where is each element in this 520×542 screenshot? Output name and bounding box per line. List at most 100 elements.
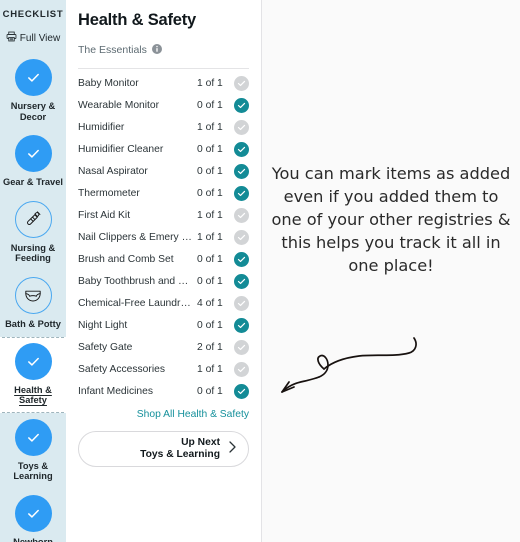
sidebar-item-label: Toys & Learning [13, 460, 53, 482]
list-item[interactable]: First Aid Kit 1 of 1 [78, 204, 249, 226]
up-next-label: Toys & Learning [140, 449, 220, 460]
sidebar-item-nursing-feeding[interactable]: Nursing & Feeding [0, 195, 66, 271]
up-next-text: Up Next Toys & Learning [140, 437, 220, 461]
list-item[interactable]: Night Light 0 of 1 [78, 314, 249, 336]
item-name: Baby Monitor [78, 77, 139, 89]
list-item[interactable]: Brush and Comb Set 0 of 1 [78, 248, 249, 270]
sidebar-title: CHECKLIST [2, 9, 64, 20]
item-count: 1 of 1 [197, 121, 223, 133]
item-check-toggle[interactable] [229, 75, 249, 91]
item-check-toggle[interactable] [229, 339, 249, 355]
list-item[interactable]: Safety Accessories 1 of 1 [78, 358, 249, 380]
sidebar-item-label: Nursing & Feeding [10, 242, 56, 264]
up-next-eyebrow: Up Next [181, 437, 220, 448]
list-item[interactable]: Infant Medicines 0 of 1 [78, 380, 249, 402]
sidebar-item-label: Newborn Essentials [13, 536, 53, 542]
list-item[interactable]: Safety Gate 2 of 1 [78, 336, 249, 358]
check-icon [234, 141, 249, 157]
category-list: Nursery & Decor Gear & Travel Nursing & … [0, 53, 66, 542]
annotation-text: You can mark items as added even if you … [271, 164, 511, 275]
app-root: CHECKLIST Full View Nursery & Decor Gear… [0, 0, 520, 542]
item-name: Infant Medicines [78, 385, 153, 397]
check-icon [234, 207, 249, 223]
item-check-toggle[interactable] [229, 119, 249, 135]
item-name: Nail Clippers & Emery … [78, 231, 192, 243]
item-count: 0 of 1 [197, 99, 223, 111]
sidebar-item-nursery-decor[interactable]: Nursery & Decor [0, 53, 66, 129]
check-icon [234, 339, 249, 355]
item-check-toggle[interactable] [229, 207, 249, 223]
diaper-icon [14, 276, 52, 314]
list-item[interactable]: Humidifier 1 of 1 [78, 116, 249, 138]
item-name: Humidifier [78, 121, 125, 133]
check-icon [14, 59, 52, 96]
shop-all-link[interactable]: Shop All Health & Safety [78, 409, 249, 420]
item-count: 1 of 1 [197, 363, 223, 375]
item-name: First Aid Kit [78, 209, 131, 221]
list-item[interactable]: Baby Toothbrush and … 0 of 1 [78, 270, 249, 292]
full-view-button[interactable]: Full View [0, 31, 66, 45]
item-count: 0 of 1 [197, 253, 223, 265]
item-check-toggle[interactable] [229, 141, 249, 157]
up-next-button[interactable]: Up Next Toys & Learning [78, 431, 249, 467]
item-check-toggle[interactable] [229, 295, 249, 311]
item-check-toggle[interactable] [229, 163, 249, 179]
info-icon[interactable] [151, 41, 162, 59]
sidebar-item-gear-travel[interactable]: Gear & Travel [0, 129, 66, 195]
item-name: Nasal Aspirator [78, 165, 148, 177]
list-item[interactable]: Humidifier Cleaner 0 of 1 [78, 138, 249, 160]
item-count: 1 of 1 [197, 209, 223, 221]
item-check-toggle[interactable] [229, 273, 249, 289]
check-icon [234, 97, 249, 113]
check-icon [234, 119, 249, 135]
sidebar-header: CHECKLIST Full View [0, 0, 66, 45]
item-count: 1 of 1 [197, 231, 223, 243]
list-item[interactable]: Thermometer 0 of 1 [78, 182, 249, 204]
item-check-toggle[interactable] [229, 229, 249, 245]
item-name: Thermometer [78, 187, 140, 199]
sidebar-item-newborn-essentials[interactable]: Newborn Essentials [0, 489, 66, 542]
item-name: Safety Accessories [78, 363, 165, 375]
checklist-panel: Health & Safety The Essentials Baby Moni… [66, 0, 262, 542]
item-count: 1 of 1 [197, 77, 223, 89]
sidebar-item-health-safety[interactable]: Health & Safety [0, 336, 66, 413]
full-view-label: Full View [19, 32, 61, 44]
list-item[interactable]: Baby Monitor 1 of 1 [78, 72, 249, 94]
item-name: Safety Gate [78, 341, 133, 353]
list-item[interactable]: Nail Clippers & Emery … 1 of 1 [78, 226, 249, 248]
sidebar-item-label: Bath & Potty [5, 318, 61, 329]
item-check-toggle[interactable] [229, 185, 249, 201]
sidebar-item-bath-potty[interactable]: Bath & Potty [0, 271, 66, 337]
item-count: 0 of 1 [197, 165, 223, 177]
list-item[interactable]: Nasal Aspirator 0 of 1 [78, 160, 249, 182]
item-check-toggle[interactable] [229, 251, 249, 267]
check-icon [234, 251, 249, 267]
annotation-area: You can mark items as added even if you … [262, 0, 520, 542]
checklist-items: Baby Monitor 1 of 1 Wearable Monitor 0 o… [78, 72, 249, 402]
check-icon [234, 185, 249, 201]
item-check-toggle[interactable] [229, 97, 249, 113]
item-check-toggle[interactable] [229, 317, 249, 333]
item-check-toggle[interactable] [229, 383, 249, 399]
item-count: 0 of 1 [197, 143, 223, 155]
printer-icon [6, 31, 17, 45]
check-icon [234, 317, 249, 333]
item-name: Baby Toothbrush and … [78, 275, 189, 287]
check-icon [234, 229, 249, 245]
item-count: 0 of 1 [197, 275, 223, 287]
item-check-toggle[interactable] [229, 361, 249, 377]
sidebar-item-label: Nursery & Decor [10, 101, 56, 122]
item-name: Chemical-Free Laundr… [78, 297, 191, 309]
check-icon [234, 273, 249, 289]
list-item[interactable]: Chemical-Free Laundr… 4 of 1 [78, 292, 249, 314]
chevron-right-icon [227, 439, 238, 460]
item-name: Humidifier Cleaner [78, 143, 164, 155]
list-item[interactable]: Wearable Monitor 0 of 1 [78, 94, 249, 116]
sidebar-item-label: Health & Safety [14, 384, 52, 406]
sidebar-item-toys-learning[interactable]: Toys & Learning [0, 413, 66, 489]
item-count: 4 of 1 [197, 297, 223, 309]
check-icon [234, 361, 249, 377]
check-icon [14, 418, 52, 456]
check-icon [14, 494, 52, 532]
check-icon [14, 135, 52, 173]
